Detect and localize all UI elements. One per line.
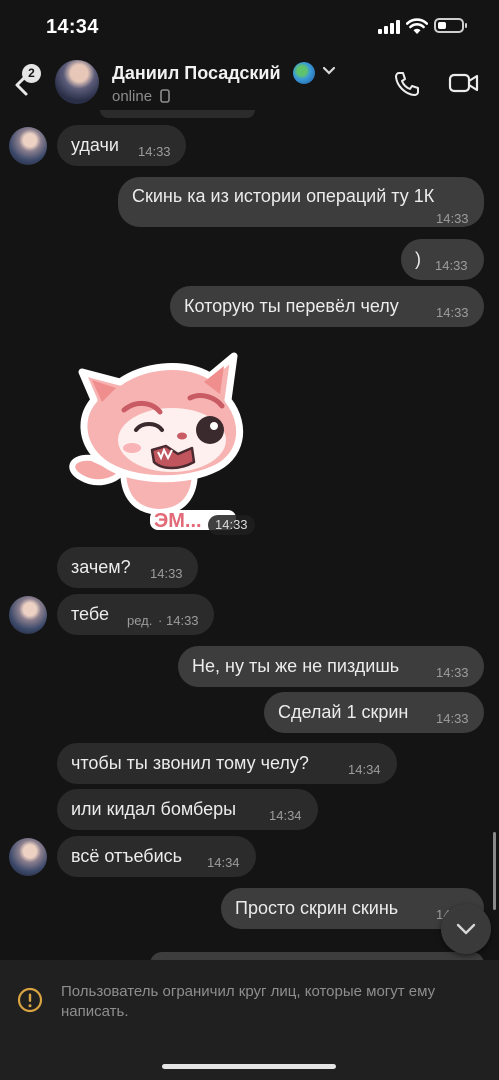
message-incoming[interactable]: или кидал бомберы 14:34 xyxy=(57,789,318,830)
message-incoming[interactable]: чтобы ты звонил тому челу? 14:34 xyxy=(57,743,397,784)
contact-name[interactable]: Даниил Посадский xyxy=(112,63,281,84)
message-time: 14:33 xyxy=(436,211,469,226)
message-text: ) xyxy=(415,249,421,269)
message-time: 14:33 xyxy=(150,566,183,581)
message-text: удачи xyxy=(71,135,119,155)
message-text: зачем? xyxy=(71,557,131,577)
message-text: или кидал бомберы xyxy=(71,799,237,819)
mobile-device-icon xyxy=(160,89,171,103)
message-text: чтобы ты звонил тому челу? xyxy=(71,753,309,773)
message-text: Не, ну ты же не пиздишь xyxy=(192,656,400,676)
message-text: всё отъебись xyxy=(71,846,183,866)
phone-call-icon[interactable] xyxy=(393,70,421,98)
chevron-down-icon xyxy=(456,923,476,935)
message-time: 14:33 xyxy=(166,613,199,628)
status-time: 14:34 xyxy=(46,16,99,38)
message-time: 14:33 xyxy=(436,305,469,320)
battery-icon xyxy=(434,18,467,33)
video-call-icon[interactable] xyxy=(448,72,480,94)
home-indicator[interactable] xyxy=(162,1064,336,1069)
message-text: Которую ты перевёл челу xyxy=(184,296,399,316)
message-outgoing[interactable]: Которую ты перевёл челу 14:33 xyxy=(170,286,484,327)
sender-avatar[interactable] xyxy=(9,596,47,634)
message-text: Просто скрин скинь xyxy=(235,898,399,918)
message-text: тебе xyxy=(71,604,109,624)
message-outgoing[interactable]: Сделай 1 скрин 14:33 xyxy=(264,692,484,733)
presence-status: online xyxy=(112,88,171,105)
message-time: 14:34 xyxy=(348,762,381,777)
message-incoming[interactable]: всё отъебись 14:34 xyxy=(57,836,256,877)
message-incoming[interactable]: удачи 14:33 xyxy=(57,125,186,166)
sticker-caption: ЭМ... xyxy=(154,510,202,532)
sender-avatar[interactable] xyxy=(9,838,47,876)
sticker-time: 14:33 xyxy=(208,515,255,535)
message-time: 14:33 xyxy=(435,258,468,273)
contact-avatar[interactable] xyxy=(55,60,99,104)
message-time: 14:33 xyxy=(138,144,171,159)
message-text: Сделай 1 скрин xyxy=(278,702,409,722)
message-time: 14:33 xyxy=(436,711,469,726)
message-incoming[interactable]: зачем? 14:33 xyxy=(57,547,198,588)
message-time: 14:34 xyxy=(269,808,302,823)
unread-count-badge: 2 xyxy=(22,64,41,83)
message-time: 14:33 xyxy=(436,665,469,680)
message-text: Скинь ка из истории операций ту 1К xyxy=(132,186,435,206)
previous-message-edge xyxy=(100,110,255,118)
globe-emoji-icon xyxy=(293,62,315,84)
status-bar: 14:34 xyxy=(0,0,499,54)
fox-sticker[interactable]: ЭМ... xyxy=(62,342,256,532)
cellular-signal-icon xyxy=(378,20,400,34)
scroll-to-bottom-button[interactable] xyxy=(441,904,491,954)
message-time: 14:34 xyxy=(207,855,240,870)
sender-avatar[interactable] xyxy=(9,127,47,165)
write-restricted-notice: Пользователь ограничил круг лиц, которые… xyxy=(0,960,499,1080)
presence-text: online xyxy=(112,88,153,105)
message-edited-label: ред. xyxy=(127,613,153,628)
message-outgoing[interactable]: Не, ну ты же не пиздишь 14:33 xyxy=(178,646,484,687)
notice-text: Пользователь ограничил круг лиц, которые… xyxy=(61,983,436,1020)
chevron-down-icon[interactable] xyxy=(322,66,336,76)
message-time-separator: · xyxy=(158,613,163,628)
message-incoming[interactable]: тебе ред. · 14:33 xyxy=(57,594,214,635)
message-outgoing[interactable]: ) 14:33 xyxy=(401,239,484,280)
scrollbar[interactable] xyxy=(493,832,496,910)
warning-circle-icon xyxy=(17,987,43,1013)
chat-header: 2 Даниил Посадский online xyxy=(0,54,499,114)
wifi-icon xyxy=(406,18,428,34)
message-outgoing[interactable]: Скинь ка из истории операций ту 1К 14:33 xyxy=(118,177,484,227)
